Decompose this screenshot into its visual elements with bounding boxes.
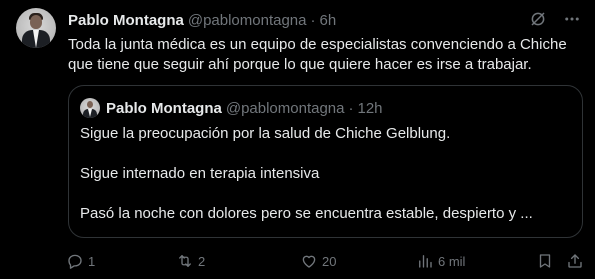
tweet-header: Pablo Montagna @pablomontagna · 6h — [68, 10, 336, 30]
top-actions — [529, 10, 581, 28]
quoted-author-handle: @pablomontagna — [225, 99, 345, 117]
bookmark-icon — [536, 252, 554, 270]
tweet-time[interactable]: 6h — [320, 12, 337, 29]
heart-icon — [300, 252, 318, 270]
like-count: 20 — [322, 253, 337, 269]
more-icon[interactable] — [563, 10, 581, 28]
retweet-count: 2 — [198, 253, 206, 269]
views-icon — [416, 252, 434, 270]
bookmark-button[interactable] — [536, 252, 554, 270]
share-icon — [566, 252, 584, 270]
retweet-button[interactable]: 2 — [176, 252, 205, 270]
tweet[interactable]: Pablo Montagna @pablomontagna · 6h Toda … — [0, 0, 595, 279]
like-button[interactable]: 20 — [300, 252, 336, 270]
separator-dot: · — [310, 11, 316, 29]
reply-button[interactable]: 1 — [66, 252, 95, 270]
share-button[interactable] — [566, 252, 584, 270]
author-handle[interactable]: @pablomontagna — [188, 12, 307, 29]
action-bar: 1 2 20 6 mil — [66, 251, 584, 271]
views-button[interactable]: 6 mil — [416, 252, 465, 270]
quoted-avatar — [80, 98, 100, 118]
tweet-text: Toda la junta médica es un equipo de esp… — [68, 36, 567, 73]
quoted-text: Sigue la preocupación por la salud de Ch… — [80, 124, 570, 244]
views-count: 6 mil — [438, 253, 466, 269]
quoted-author-name: Pablo Montagna — [106, 99, 222, 117]
quoted-header: Pablo Montagna @pablomontagna · 12h — [106, 98, 383, 118]
avatar[interactable] — [16, 8, 56, 48]
quoted-paragraph: Sigue la preocupación por la salud de Ch… — [80, 125, 451, 142]
quoted-separator-dot: · — [348, 99, 354, 117]
quoted-tweet[interactable]: Pablo Montagna @pablomontagna · 12h Sigu… — [68, 85, 583, 238]
quoted-paragraph: Sigue internado en terapia intensiva — [80, 165, 320, 182]
quoted-paragraph: Pasó la noche con dolores pero se encuen… — [80, 205, 533, 222]
reply-count: 1 — [88, 253, 96, 269]
retweet-icon — [176, 252, 194, 270]
grok-icon[interactable] — [529, 10, 547, 28]
quoted-time: 12h — [357, 99, 383, 117]
reply-icon — [66, 252, 84, 270]
author-name[interactable]: Pablo Montagna — [68, 12, 184, 29]
